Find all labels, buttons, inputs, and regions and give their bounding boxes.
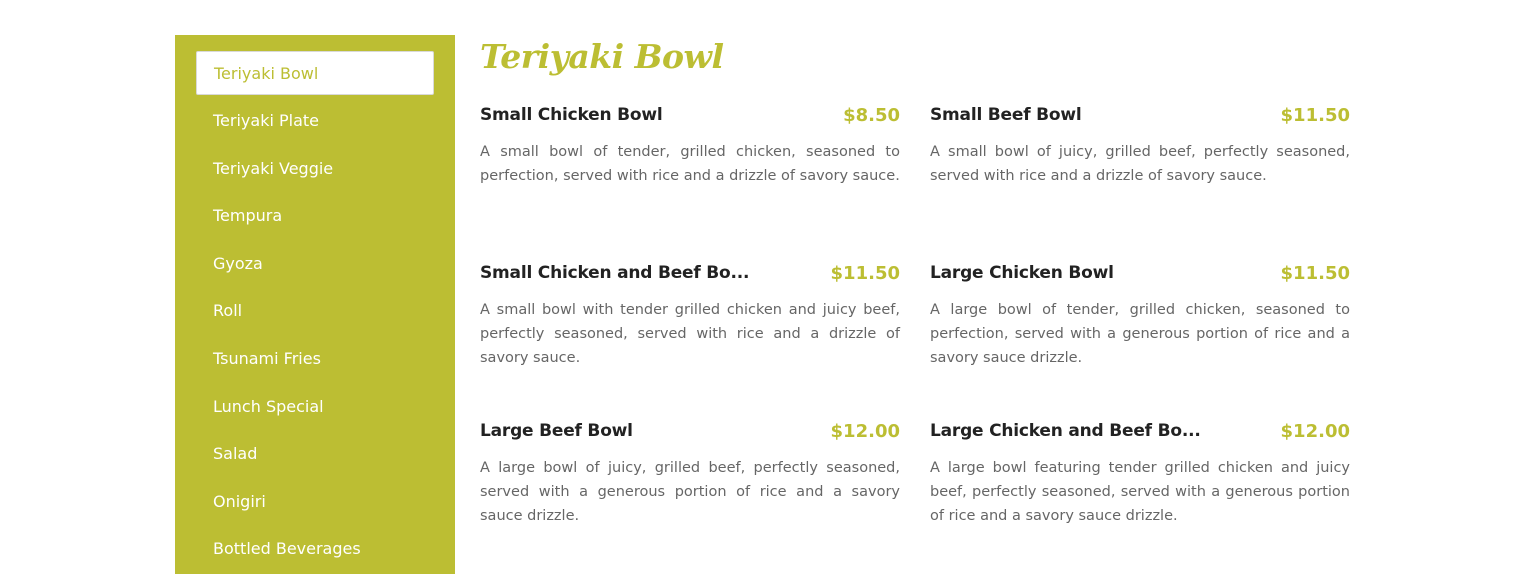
sidebar-item-onigiri[interactable]: Onigiri <box>196 479 434 523</box>
menu-item-price: $8.50 <box>843 104 900 126</box>
menu-item[interactable]: Large Chicken Bowl $11.50 A large bowl o… <box>930 260 1350 418</box>
menu-item[interactable]: Small Beef Bowl $11.50 A small bowl of j… <box>930 102 1350 260</box>
menu-item-name: Small Chicken and Beef Bo... <box>480 263 750 283</box>
menu-item-description: A large bowl of tender, grilled chicken,… <box>930 302 1350 366</box>
menu-item-name: Large Beef Bowl <box>480 421 633 441</box>
sidebar-item-teriyaki-plate[interactable]: Teriyaki Plate <box>196 99 434 143</box>
sidebar-item-bottled-beverages[interactable]: Bottled Beverages <box>196 527 434 571</box>
menu-item-name: Large Chicken Bowl <box>930 263 1114 283</box>
menu-page: Teriyaki Bowl Teriyaki Plate Teriyaki Ve… <box>0 0 1530 574</box>
sidebar-item-teriyaki-bowl[interactable]: Teriyaki Bowl <box>196 51 434 95</box>
menu-item-header: Large Chicken Bowl $11.50 <box>930 260 1350 286</box>
menu-item[interactable]: Small Chicken Bowl $8.50 A small bowl of… <box>480 102 900 260</box>
menu-item-header: Small Chicken Bowl $8.50 <box>480 102 900 128</box>
menu-item-description: A small bowl of juicy, grilled beef, per… <box>930 144 1350 184</box>
sidebar-item-lunch-special[interactable]: Lunch Special <box>196 384 434 428</box>
sidebar-item-tsunami-fries[interactable]: Tsunami Fries <box>196 337 434 381</box>
menu-item-header: Small Beef Bowl $11.50 <box>930 102 1350 128</box>
sidebar-item-roll[interactable]: Roll <box>196 289 434 333</box>
sidebar-item-tempura[interactable]: Tempura <box>196 194 434 238</box>
menu-item-price: $11.50 <box>1280 104 1350 126</box>
menu-item-description: A small bowl of tender, grilled chicken,… <box>480 144 900 184</box>
menu-item-grid: Small Chicken Bowl $8.50 A small bowl of… <box>480 102 1350 574</box>
menu-item-name: Large Chicken and Beef Bo... <box>930 421 1201 441</box>
menu-item-price: $11.50 <box>1280 262 1350 284</box>
menu-item[interactable]: Large Chicken and Beef Bo... $12.00 A la… <box>930 418 1350 574</box>
menu-item[interactable]: Large Beef Bowl $12.00 A large bowl of j… <box>480 418 900 574</box>
category-sidebar: Teriyaki Bowl Teriyaki Plate Teriyaki Ve… <box>175 35 455 574</box>
menu-item-header: Large Beef Bowl $12.00 <box>480 418 900 444</box>
menu-content: Teriyaki Bowl Small Chicken Bowl $8.50 A… <box>480 35 1350 524</box>
sidebar-item-salad[interactable]: Salad <box>196 432 434 476</box>
sidebar-item-teriyaki-veggie[interactable]: Teriyaki Veggie <box>196 146 434 190</box>
menu-item-price: $11.50 <box>830 262 900 284</box>
menu-item-name: Small Chicken Bowl <box>480 105 663 125</box>
menu-item[interactable]: Small Chicken and Beef Bo... $11.50 A sm… <box>480 260 900 418</box>
menu-item-description: A large bowl of juicy, grilled beef, per… <box>480 460 900 524</box>
sidebar-item-gyoza[interactable]: Gyoza <box>196 241 434 285</box>
category-list: Teriyaki Bowl Teriyaki Plate Teriyaki Ve… <box>175 35 455 571</box>
menu-item-price: $12.00 <box>830 420 900 442</box>
menu-item-price: $12.00 <box>1280 420 1350 442</box>
menu-item-description: A large bowl featuring tender grilled ch… <box>930 460 1350 524</box>
menu-item-description: A small bowl with tender grilled chicken… <box>480 302 900 366</box>
menu-item-header: Large Chicken and Beef Bo... $12.00 <box>930 418 1350 444</box>
menu-item-name: Small Beef Bowl <box>930 105 1082 125</box>
menu-item-header: Small Chicken and Beef Bo... $11.50 <box>480 260 900 286</box>
section-title: Teriyaki Bowl <box>480 37 724 76</box>
